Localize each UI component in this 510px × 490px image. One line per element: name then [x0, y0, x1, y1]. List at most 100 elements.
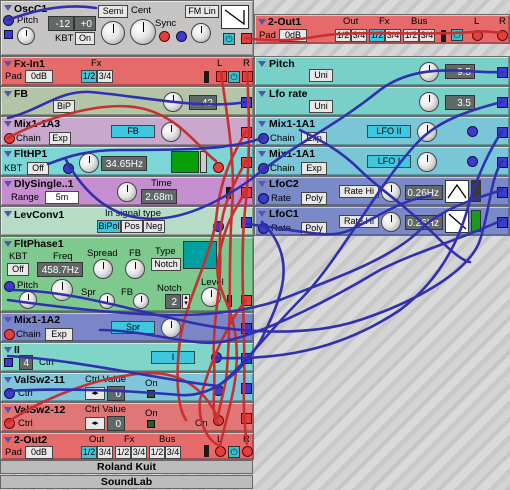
right-input-jack[interactable]: [242, 446, 253, 457]
mute-button[interactable]: ⏻: [451, 29, 463, 41]
level-knob[interactable]: [161, 318, 181, 338]
kbt-on-button[interactable]: On: [75, 32, 95, 45]
spr-button[interactable]: Spr: [111, 321, 155, 334]
time-knob[interactable]: [117, 182, 137, 202]
level-knob[interactable]: [417, 122, 437, 142]
i-button[interactable]: I: [151, 351, 195, 364]
exp-button[interactable]: Exp: [301, 162, 327, 175]
pitch-knob[interactable]: [17, 27, 35, 45]
fb-mod-knob[interactable]: [133, 293, 149, 309]
collapse-icon[interactable]: [4, 317, 12, 323]
rate-hi-button[interactable]: Rate Hi: [339, 185, 379, 198]
mute-button[interactable]: ⏻: [228, 446, 240, 458]
collapse-icon[interactable]: [258, 151, 266, 157]
left-input-jack[interactable]: [472, 30, 483, 41]
rate-mod-jack[interactable]: [258, 193, 269, 204]
levconv-output-jack[interactable]: [241, 217, 252, 228]
fx-34-button[interactable]: 3/4: [131, 446, 147, 459]
uni-button[interactable]: Uni: [309, 100, 333, 113]
switch-output-jack[interactable]: [241, 353, 252, 364]
slope-selector[interactable]: [200, 151, 207, 173]
uni-button[interactable]: Uni: [309, 69, 333, 82]
rate-knob[interactable]: [381, 212, 401, 232]
left-output-jack[interactable]: [216, 71, 227, 82]
const-output-jack[interactable]: [497, 67, 508, 78]
waveform-selector[interactable]: [445, 180, 469, 203]
out-34-button[interactable]: 3/4: [351, 29, 367, 42]
semi-button[interactable]: Semi: [98, 5, 128, 18]
collapse-icon[interactable]: [258, 181, 266, 187]
ctrl-value-jack[interactable]: [4, 358, 13, 367]
mute-button[interactable]: ⏻: [223, 33, 235, 45]
notch-spinner[interactable]: ▴ ▾: [182, 294, 190, 309]
lfo2-button[interactable]: LFO II: [367, 125, 411, 138]
audio-input-jack[interactable]: [213, 162, 224, 173]
mix-output-jack[interactable]: [241, 323, 252, 334]
fx-12-button[interactable]: 1/2: [81, 70, 97, 83]
spread-knob[interactable]: [93, 259, 113, 279]
value-spinner[interactable]: ◂▸: [85, 387, 105, 400]
rate-hi-button[interactable]: Rate Hi: [339, 215, 379, 228]
level-knob[interactable]: [161, 122, 181, 142]
value-knob[interactable]: [419, 92, 439, 112]
fm-lin-button[interactable]: FM Lin: [185, 5, 219, 18]
mix-output-jack[interactable]: [241, 127, 252, 138]
on-input-jack[interactable]: [213, 385, 224, 396]
freq-mod-jack[interactable]: [63, 163, 74, 174]
const-output-jack[interactable]: [497, 97, 508, 108]
right-output-jack[interactable]: [242, 71, 253, 82]
fm-knob[interactable]: [191, 23, 211, 43]
collapse-icon[interactable]: [4, 377, 12, 383]
fb-output-jack[interactable]: [241, 97, 252, 108]
pos-button[interactable]: Pos: [121, 220, 143, 233]
collapse-icon[interactable]: [258, 91, 266, 97]
ctrl-input-jack[interactable]: [4, 418, 15, 429]
mix-input-jack[interactable]: [467, 126, 478, 137]
fb-knob[interactable]: [125, 259, 145, 279]
collapse-icon[interactable]: [4, 61, 12, 67]
collapse-icon[interactable]: [4, 5, 12, 11]
out-12-button[interactable]: 1/2: [81, 446, 97, 459]
bus-34-button[interactable]: 3/4: [165, 446, 181, 459]
kbt-off-button[interactable]: Off: [27, 162, 49, 175]
levconv-input-jack[interactable]: [213, 221, 224, 232]
pitch-knob[interactable]: [19, 291, 37, 309]
ctrl-input-jack[interactable]: [211, 352, 222, 363]
notch-button[interactable]: Notch: [151, 258, 181, 271]
collapse-icon[interactable]: [4, 347, 12, 353]
bus-12-button[interactable]: 1/2: [403, 29, 419, 42]
collapse-icon[interactable]: [4, 407, 12, 413]
mix-output-jack[interactable]: [497, 157, 508, 168]
valsw-output-jack[interactable]: [241, 413, 252, 424]
fx-34-button[interactable]: 3/4: [385, 29, 401, 42]
value-knob[interactable]: [419, 62, 439, 82]
collapse-icon[interactable]: [258, 211, 266, 217]
out-34-button[interactable]: 3/4: [97, 446, 113, 459]
pitch-input-jack[interactable]: [3, 15, 14, 26]
mute-button[interactable]: ⏻: [228, 71, 240, 83]
delay-output-jack[interactable]: [241, 187, 252, 198]
mix-output-jack[interactable]: [497, 127, 508, 138]
waveform-selector[interactable]: [445, 210, 469, 233]
rate-mod-jack[interactable]: [258, 223, 269, 234]
chain-input-jack[interactable]: [4, 133, 15, 144]
lfo-output-jack[interactable]: [497, 217, 508, 228]
pad-db-button[interactable]: 0dB: [25, 70, 53, 83]
lfo-output-jack[interactable]: [497, 187, 508, 198]
collapse-icon[interactable]: [4, 241, 12, 247]
mix-input-jack[interactable]: [467, 156, 478, 167]
bus-34-button[interactable]: 3/4: [419, 29, 435, 42]
chain-input-jack[interactable]: [4, 329, 15, 340]
collapse-icon[interactable]: [4, 151, 12, 157]
fx-12-button[interactable]: 1/2: [369, 29, 385, 42]
sync-input-jack[interactable]: [159, 31, 170, 42]
fm-input-jack[interactable]: [4, 30, 13, 39]
cent-knob[interactable]: [130, 19, 156, 45]
freq-knob[interactable]: [79, 153, 99, 173]
chain-input-jack[interactable]: [258, 163, 269, 174]
bus-12-button[interactable]: 1/2: [149, 446, 165, 459]
left-input-jack[interactable]: [215, 446, 226, 457]
fb-button[interactable]: FB: [111, 125, 155, 138]
fx-12-button[interactable]: 1/2: [115, 446, 131, 459]
semi-knob[interactable]: [101, 21, 125, 45]
